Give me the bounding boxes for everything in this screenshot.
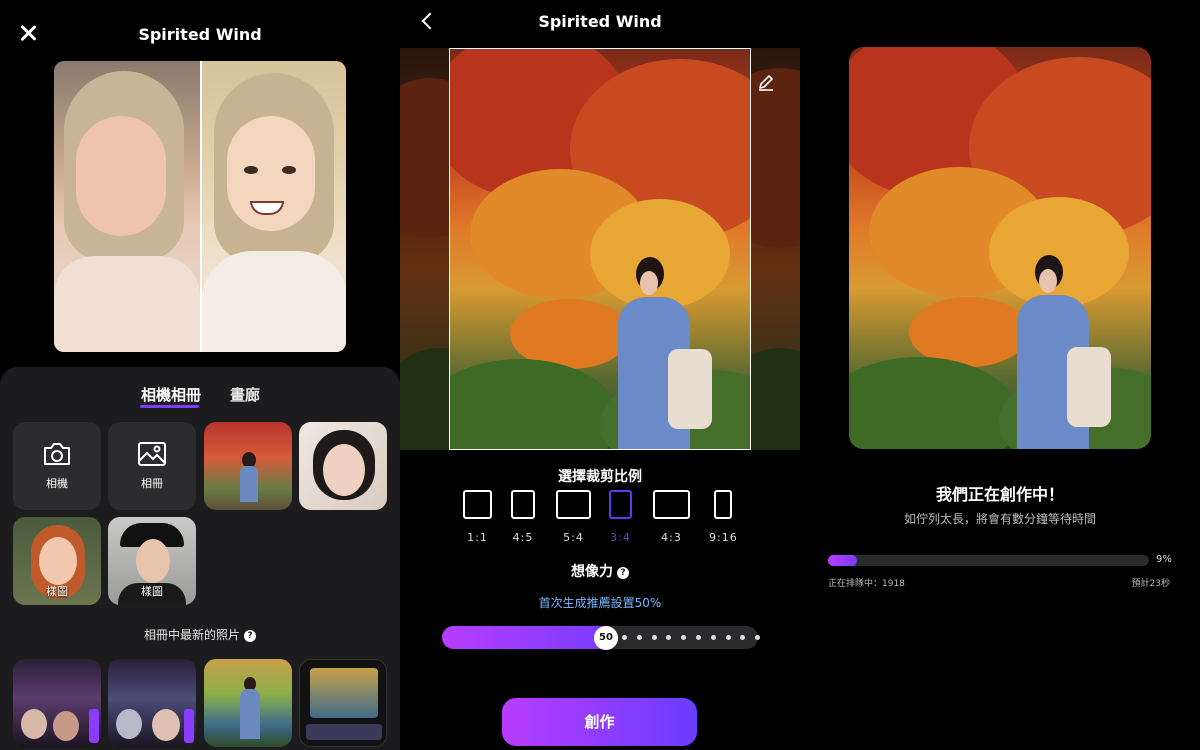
imagination-text: 想像力	[571, 564, 613, 580]
ratio-label: 9:16	[709, 531, 738, 544]
slider-step-dot	[636, 635, 642, 640]
recent-photo-thumbnail[interactable]	[299, 659, 387, 747]
album-button[interactable]: 相冊	[108, 422, 196, 510]
create-button[interactable]: 創作	[502, 698, 697, 746]
imagination-slider[interactable]: 50	[442, 625, 761, 650]
progress-percent: 9%	[1156, 554, 1172, 565]
ratio-option-4-3[interactable]: 4:3	[653, 490, 690, 544]
sample-thumbnail[interactable]: 樣圖	[13, 517, 101, 605]
page-title: Spirited Wind	[538, 12, 662, 31]
ratio-option-9-16[interactable]: 9:16	[709, 490, 738, 544]
tab-active-indicator	[140, 405, 199, 408]
tab-gallery[interactable]: 畫廊	[230, 384, 260, 405]
slider-step-dot	[755, 635, 761, 640]
recent-photo-thumbnail[interactable]	[13, 659, 101, 747]
recent-photos-label: 相冊中最新的照片?	[0, 626, 400, 643]
ratio-label: 3:4	[610, 531, 631, 544]
result-preview	[849, 47, 1151, 449]
tab-album[interactable]: 相機相冊	[141, 384, 201, 405]
slider-step-dot	[696, 635, 701, 640]
camera-button[interactable]: 相機	[13, 422, 101, 510]
photo-thumbnail[interactable]	[299, 422, 387, 510]
ratio-option-5-4[interactable]: 5:4	[556, 490, 591, 544]
help-icon[interactable]: ?	[617, 567, 629, 579]
ratio-label: 5:4	[563, 531, 584, 544]
status-title: 我們正在創作中！	[935, 485, 1064, 504]
stylized-photo	[200, 61, 346, 352]
crop-settings-panel: Spirited Wind 選擇裁剪比例 1:1 4:5 5:4 3:4 4:3…	[400, 0, 800, 750]
recent-photo-thumbnail[interactable]	[108, 659, 196, 747]
camera-icon	[44, 443, 70, 465]
status-subtitle: 如佇列太長，將會有數分鐘等待時間	[903, 512, 1096, 526]
slider-knob[interactable]: 50	[594, 625, 618, 650]
original-photo	[54, 61, 200, 352]
imagination-title: 想像力?	[400, 561, 800, 581]
ratio-label: 1:1	[467, 531, 488, 544]
slider-step-dot	[622, 635, 627, 640]
eta-status: 預計23秒	[1131, 579, 1170, 589]
photo-picker-sheet: 相機相冊 畫廊 相機 相冊 樣圖 樣圖 相冊中最新的照片 ?	[0, 367, 400, 750]
sample-label: 樣圖	[141, 585, 163, 598]
ratio-label: 4:5	[512, 531, 534, 544]
source-photo	[400, 48, 800, 450]
edit-icon[interactable]	[756, 72, 776, 92]
slider-step-dot	[651, 635, 657, 640]
recent-photos-text: 相冊中最新的照片	[143, 628, 240, 642]
recent-photo-thumbnail[interactable]	[204, 659, 292, 747]
ratio-option-1-1[interactable]: 1:1	[463, 490, 492, 544]
sample-thumbnail[interactable]: 樣圖	[108, 517, 196, 605]
gallery-icon	[138, 442, 166, 466]
page-title: Spirited Wind	[138, 25, 262, 44]
before-after-preview	[54, 61, 346, 352]
slider-fill	[442, 626, 606, 649]
crop-frame[interactable]	[449, 48, 751, 450]
ratio-label: 4:3	[661, 531, 682, 544]
ratio-option-4-5[interactable]: 4:5	[511, 490, 535, 544]
queue-status: 正在排隊中：1918	[828, 579, 905, 589]
slider-step-dot	[725, 635, 731, 640]
slider-step-dot	[740, 635, 746, 640]
photo-thumbnail[interactable]	[204, 422, 292, 510]
slider-step-dot	[666, 635, 672, 640]
style-preview-panel: Spirited Wind 相機相冊 畫廊 相機 相冊 樣圖 樣圖 相冊中最新的…	[0, 0, 400, 750]
generation-progress-panel: 我們正在創作中！ 如佇列太長，將會有數分鐘等待時間 9% 正在排隊中：1918 …	[800, 0, 1200, 750]
progress-bar	[828, 555, 1149, 566]
slider-step-dot	[710, 635, 716, 640]
imagination-hint: 首次生成推薦設置50%	[538, 596, 662, 610]
camera-label: 相機	[46, 477, 68, 490]
album-label: 相冊	[141, 477, 163, 490]
help-icon[interactable]: ?	[244, 630, 256, 642]
ratio-option-3-4[interactable]: 3:4	[609, 490, 632, 544]
progress-fill	[828, 555, 857, 566]
crop-ratio-title: 選擇裁剪比例	[558, 469, 642, 485]
sample-label: 樣圖	[46, 585, 68, 598]
slider-step-dot	[681, 635, 687, 640]
